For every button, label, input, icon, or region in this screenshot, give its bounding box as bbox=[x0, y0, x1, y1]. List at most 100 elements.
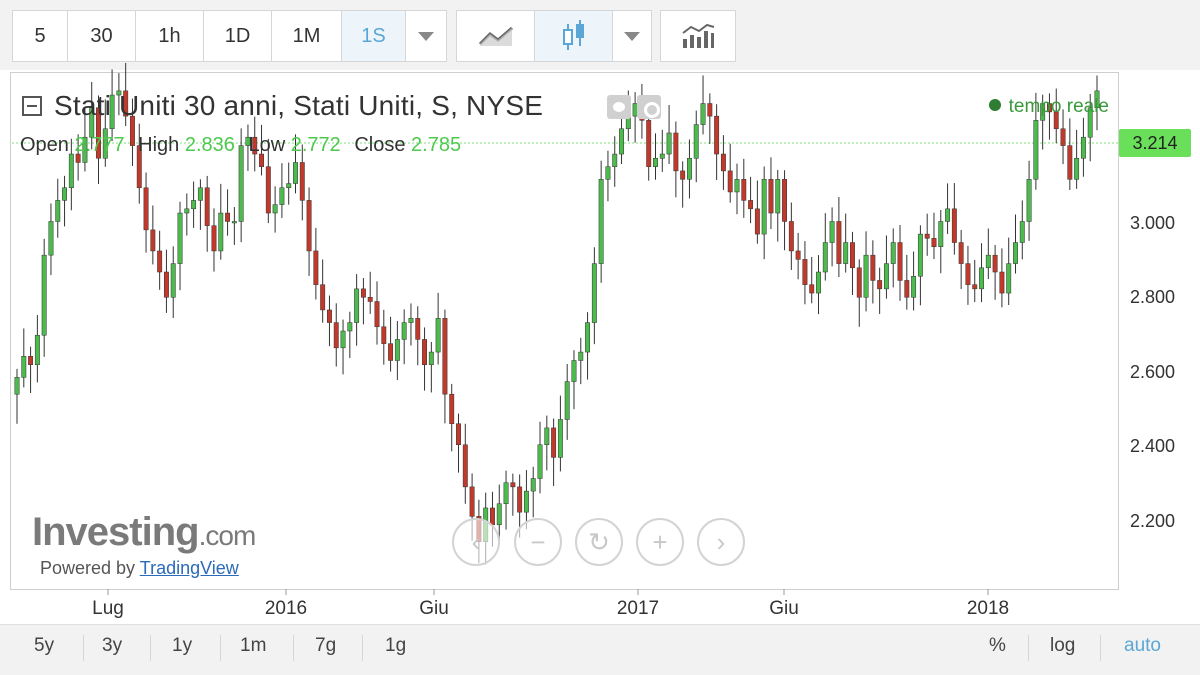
candle-body bbox=[197, 187, 203, 201]
range-1y-button[interactable]: 1y bbox=[172, 635, 192, 657]
divider bbox=[1028, 635, 1029, 661]
candle-body bbox=[951, 208, 957, 243]
candle-body bbox=[551, 427, 557, 458]
low-label: Low bbox=[248, 134, 286, 156]
x-tick-label: Giu bbox=[769, 598, 799, 619]
candle-body bbox=[293, 162, 298, 184]
candle-body bbox=[422, 339, 427, 365]
candle-body bbox=[714, 115, 720, 155]
candle-body bbox=[28, 356, 34, 365]
candle-body bbox=[517, 486, 523, 513]
candle-body bbox=[340, 330, 346, 349]
low-value: 2.772 bbox=[290, 134, 341, 156]
log-scale-button[interactable]: log bbox=[1050, 635, 1075, 657]
chevron-right-icon: › bbox=[716, 526, 726, 557]
candle-body bbox=[462, 444, 468, 488]
zoom-out-button[interactable]: − bbox=[514, 518, 562, 566]
divider bbox=[150, 635, 151, 661]
candle-body bbox=[204, 187, 210, 226]
refresh-icon: ↻ bbox=[588, 526, 610, 557]
collapse-icon[interactable] bbox=[22, 96, 42, 116]
chevron-left-icon: ‹ bbox=[471, 526, 481, 557]
candle-body bbox=[347, 322, 353, 332]
candle-body bbox=[591, 263, 597, 323]
investing-logo: Investing.com bbox=[32, 510, 256, 555]
candle-body bbox=[605, 166, 611, 180]
candle-body bbox=[829, 221, 835, 243]
gear-icon[interactable] bbox=[637, 95, 661, 119]
candle-body bbox=[530, 478, 536, 492]
candle-body bbox=[653, 158, 658, 167]
candle-body bbox=[904, 280, 910, 298]
range-5y-button[interactable]: 5y bbox=[34, 635, 54, 657]
candle-body bbox=[720, 153, 726, 172]
candle-body bbox=[231, 221, 237, 224]
range-1m-button[interactable]: 1m bbox=[240, 635, 266, 657]
reset-button[interactable]: ↻ bbox=[575, 518, 623, 566]
candle-body bbox=[1080, 136, 1086, 159]
close-label: Close bbox=[354, 134, 406, 156]
candle-body bbox=[795, 250, 801, 260]
x-tick-label: 2017 bbox=[616, 598, 660, 619]
candle-body bbox=[299, 162, 305, 201]
candle-body bbox=[945, 208, 951, 222]
divider bbox=[293, 635, 294, 661]
candle-body bbox=[157, 250, 163, 273]
candle-body bbox=[924, 233, 930, 239]
range-7g-button[interactable]: 7g bbox=[315, 635, 336, 657]
candle-body bbox=[782, 179, 787, 222]
candle-body bbox=[150, 229, 156, 252]
candle-body bbox=[68, 153, 74, 189]
candle-body bbox=[578, 351, 584, 361]
candle-body bbox=[381, 326, 387, 344]
range-1g-button[interactable]: 1g bbox=[385, 635, 406, 657]
candle-body bbox=[788, 221, 794, 252]
candle-body bbox=[510, 482, 516, 488]
candle-body bbox=[734, 179, 740, 193]
candle-body bbox=[958, 242, 964, 264]
auto-scale-button[interactable]: auto bbox=[1124, 635, 1161, 657]
candle-body bbox=[523, 490, 529, 513]
scroll-right-button[interactable]: › bbox=[697, 518, 745, 566]
candle-body bbox=[836, 221, 842, 264]
open-value: 2.777 bbox=[74, 134, 125, 156]
high-value: 2.836 bbox=[184, 134, 235, 156]
candle-body bbox=[687, 158, 692, 180]
candle-body bbox=[408, 318, 414, 323]
candle-body bbox=[313, 250, 319, 285]
eye-icon[interactable] bbox=[607, 95, 631, 119]
close-value: 2.785 bbox=[411, 134, 462, 156]
candle-body bbox=[218, 212, 224, 252]
current-price-tag: 3.214 bbox=[1119, 129, 1191, 157]
candle-body bbox=[992, 254, 998, 273]
candle-body bbox=[938, 221, 944, 247]
open-label: Open bbox=[20, 134, 69, 156]
zoom-in-button[interactable]: + bbox=[636, 518, 684, 566]
candle-body bbox=[14, 377, 20, 395]
range-3y-button[interactable]: 3y bbox=[102, 635, 122, 657]
powered-by: Powered by TradingView bbox=[40, 558, 239, 579]
y-tick-label: 2.200 bbox=[1130, 511, 1176, 531]
bottom-toolbar: 5y 3y 1y 1m 7g 1g % log auto bbox=[0, 624, 1200, 675]
candle-body bbox=[143, 187, 149, 231]
divider bbox=[362, 635, 363, 661]
scroll-left-button[interactable]: ‹ bbox=[452, 518, 500, 566]
candle-body bbox=[469, 486, 475, 517]
candle-body bbox=[870, 254, 876, 281]
divider bbox=[83, 635, 84, 661]
percent-scale-button[interactable]: % bbox=[989, 635, 1006, 657]
y-tick-label: 3.000 bbox=[1130, 213, 1176, 233]
candle-body bbox=[761, 179, 767, 235]
tradingview-link[interactable]: TradingView bbox=[140, 558, 239, 578]
chart-title: Stati Uniti 30 anni, Stati Uniti, S, NYS… bbox=[54, 90, 544, 121]
candle-body bbox=[544, 427, 550, 446]
powered-prefix: Powered by bbox=[40, 558, 136, 578]
candle-body bbox=[822, 242, 828, 273]
candle-body bbox=[890, 242, 896, 264]
y-tick-label: 2.600 bbox=[1130, 362, 1176, 382]
candle-body bbox=[768, 179, 774, 214]
candle-body bbox=[537, 444, 543, 479]
candle-body bbox=[999, 271, 1005, 294]
candle-body bbox=[415, 318, 421, 340]
candle-body bbox=[354, 288, 360, 323]
